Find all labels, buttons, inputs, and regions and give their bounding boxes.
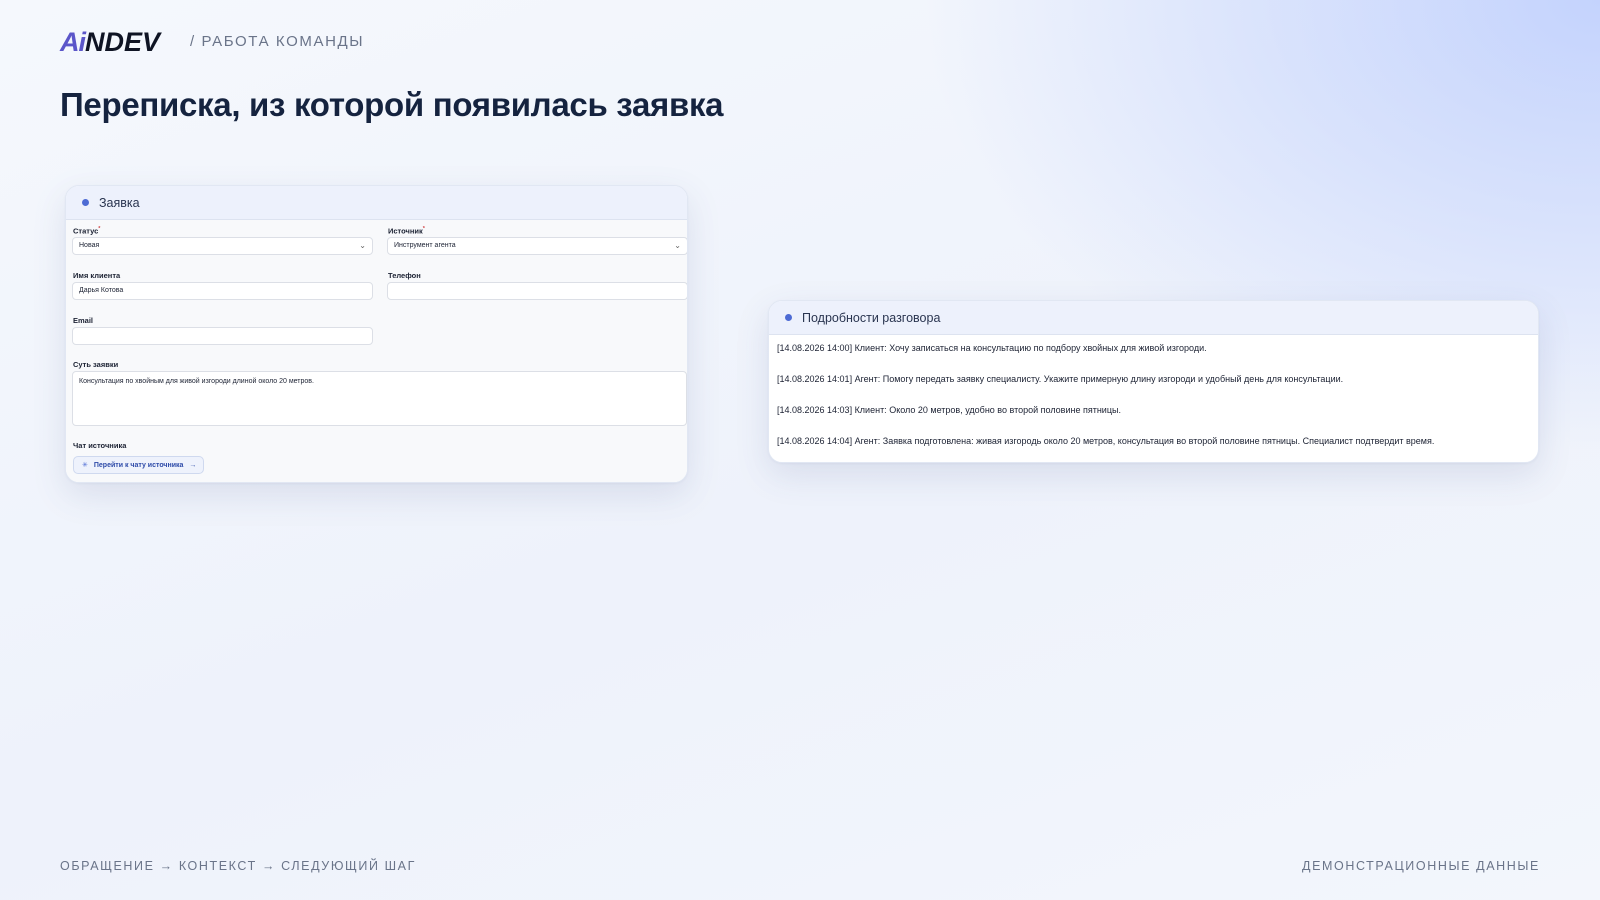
source-label: Источник* <box>388 226 425 236</box>
footer-note: ДЕМОНСТРАЦИОННЫЕ ДАННЫЕ <box>1302 859 1540 873</box>
card-title: Подробности разговора <box>802 310 941 325</box>
sparkle-icon: ✳ <box>82 462 88 469</box>
card-header: Подробности разговора <box>769 301 1538 335</box>
logo-text: NDEV <box>85 27 161 57</box>
status-label: Статус* <box>73 226 101 236</box>
go-to-source-chat-button[interactable]: ✳ Перейти к чату источника → <box>73 456 205 474</box>
email-label: Email <box>73 316 94 325</box>
go-to-source-chat-label: Перейти к чату источника <box>93 461 184 469</box>
status-dot-icon <box>785 314 792 321</box>
status-dot-icon <box>82 199 89 206</box>
status-select[interactable]: Новая ⌄ <box>72 237 373 255</box>
lead-form-card: Заявка Статус* Новая ⌄ Источник* Инструм… <box>65 185 688 483</box>
message-item: [14.08.2026 14:00] Клиент: Хочу записать… <box>777 343 1207 353</box>
page-title: Переписка, из которой появилась заявка <box>60 86 724 123</box>
logo-accent: Ai <box>60 27 86 57</box>
conversation-card: Подробности разговора [14.08.2026 14:00]… <box>768 300 1539 463</box>
card-header: Заявка <box>66 186 687 220</box>
essence-label: Суть заявки <box>73 360 119 369</box>
phone-input[interactable] <box>387 282 687 300</box>
conversation-log: [14.08.2026 14:00] Клиент: Хочу записать… <box>769 335 1538 462</box>
message-item: [14.08.2026 14:03] Клиент: Около 20 метр… <box>777 405 1121 415</box>
brand-logo: Ai NDEV <box>60 28 160 56</box>
email-input[interactable] <box>72 327 373 345</box>
client-name-label: Имя клиента <box>73 271 121 280</box>
arrow-right-icon: → <box>189 461 197 469</box>
chat-source-label: Чат источника <box>73 441 127 450</box>
client-name-input[interactable]: Дарья Котова <box>72 282 373 300</box>
source-select[interactable]: Инструмент агента ⌄ <box>387 237 687 255</box>
header: Ai NDEV / РАБОТА КОМАНДЫ <box>60 28 364 56</box>
section-label: / РАБОТА КОМАНДЫ <box>190 33 365 50</box>
message-item: [14.08.2026 14:04] Агент: Заявка подгото… <box>777 436 1435 446</box>
essence-textarea[interactable]: Консультация по хвойным для живой изгоро… <box>72 371 687 426</box>
footer-flow: ОБРАЩЕНИЕ → КОНТЕКСТ → СЛЕДУЮЩИЙ ШАГ <box>60 859 416 873</box>
form-body: Статус* Новая ⌄ Источник* Инструмент аге… <box>66 220 687 482</box>
chevron-down-icon: ⌄ <box>674 241 681 250</box>
chevron-down-icon: ⌄ <box>359 241 366 250</box>
card-title: Заявка <box>99 195 140 210</box>
message-item: [14.08.2026 14:01] Агент: Помогу передат… <box>777 374 1344 384</box>
phone-label: Телефон <box>388 271 421 280</box>
